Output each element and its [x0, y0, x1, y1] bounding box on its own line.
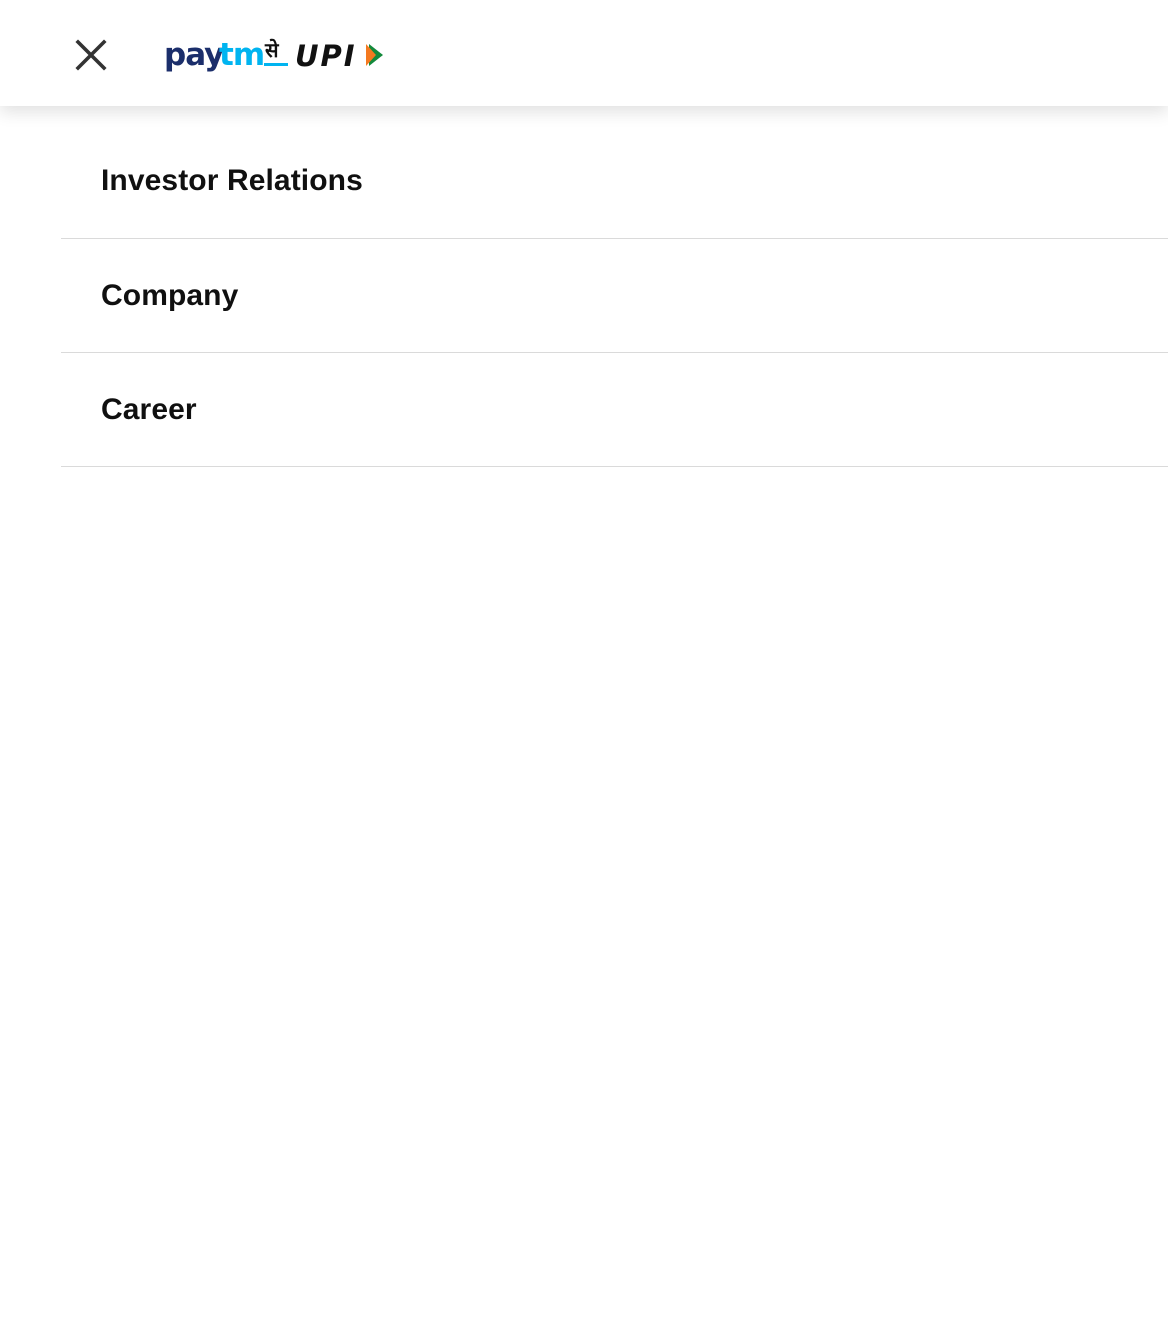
menu-item-company[interactable]: Company: [61, 239, 1168, 353]
close-icon: [75, 39, 107, 71]
svg-text:tm: tm: [219, 37, 264, 73]
menu-item-label: Investor Relations: [101, 164, 363, 197]
top-header: pay tm से UPI: [0, 0, 1168, 106]
paytm-upi-logo[interactable]: pay tm से UPI: [164, 33, 386, 75]
svg-text:UPI: UPI: [295, 39, 357, 73]
nav-menu: Investor Relations Company Career: [61, 124, 1168, 467]
svg-text:pay: pay: [164, 37, 224, 73]
paytm-se-upi-logo-graphic: pay tm से UPI: [164, 37, 383, 73]
menu-item-label: Career: [101, 392, 197, 426]
menu-item-investor-relations[interactable]: Investor Relations: [61, 124, 1168, 239]
svg-text:से: से: [264, 38, 280, 62]
menu-item-label: Company: [101, 278, 239, 312]
close-button[interactable]: [71, 35, 111, 75]
menu-item-career[interactable]: Career: [61, 353, 1168, 467]
